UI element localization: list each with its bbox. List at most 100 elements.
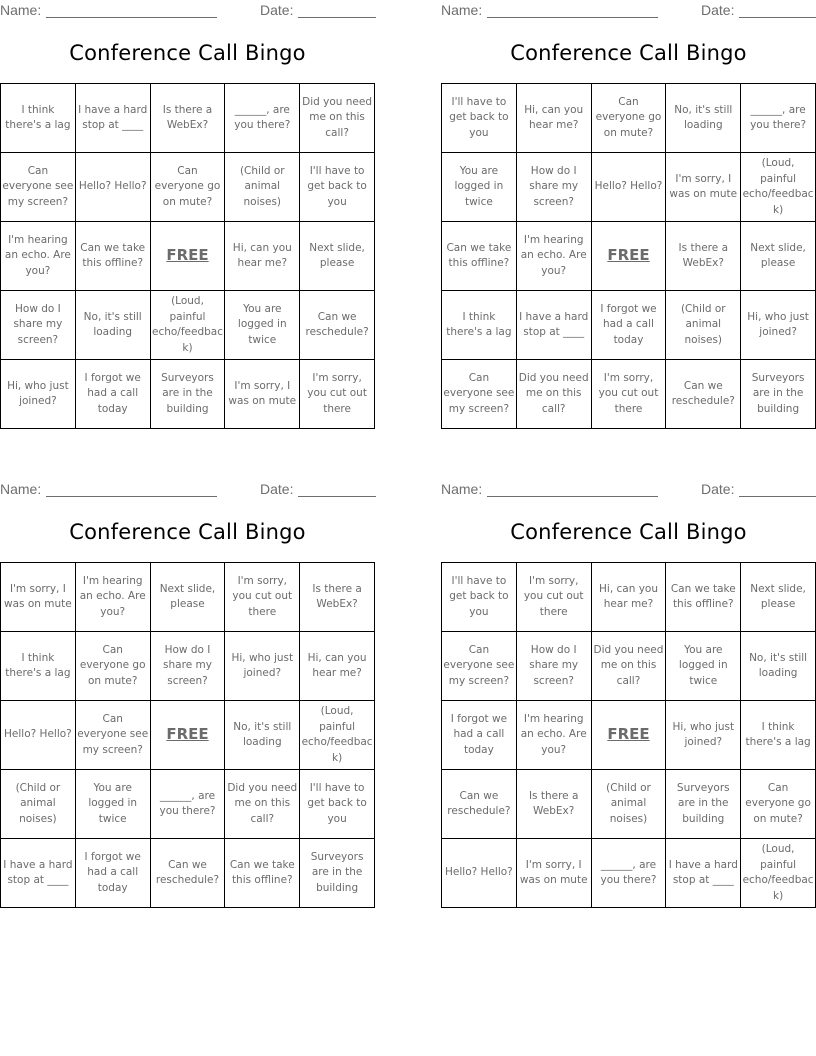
bingo-cell[interactable]: Can we take this offline?: [74, 221, 151, 291]
date-field[interactable]: [298, 496, 376, 497]
bingo-cell[interactable]: Next slide, please: [299, 221, 375, 291]
bingo-cell[interactable]: Hello? Hello?: [441, 838, 517, 908]
bingo-cell[interactable]: I'll have to get back to you: [441, 562, 517, 632]
bingo-cell[interactable]: ______, are you there?: [224, 83, 301, 153]
bingo-cell[interactable]: How do I share my screen?: [0, 290, 76, 360]
bingo-cell[interactable]: I'm hearing an echo. Are you?: [515, 700, 592, 770]
bingo-cell[interactable]: I think there's a lag: [0, 83, 76, 153]
bingo-cell[interactable]: I'm sorry, you cut out there: [299, 359, 375, 429]
bingo-cell[interactable]: Can we reschedule?: [441, 769, 517, 839]
bingo-cell[interactable]: (Child or animal noises): [590, 769, 667, 839]
bingo-cell[interactable]: (Loud, painful echo/feedback): [740, 152, 816, 222]
bingo-cell[interactable]: No, it's still loading: [740, 631, 816, 701]
bingo-cell[interactable]: (Child or animal noises): [0, 769, 76, 839]
bingo-cell[interactable]: I'm sorry, you cut out there: [224, 562, 301, 632]
name-field[interactable]: [487, 496, 658, 497]
bingo-cell[interactable]: I have a hard stop at ____: [665, 838, 742, 908]
bingo-cell[interactable]: Hi, can you hear me?: [590, 562, 667, 632]
bingo-cell[interactable]: Can everyone see my screen?: [0, 152, 76, 222]
bingo-cell[interactable]: Can everyone see my screen?: [441, 631, 517, 701]
bingo-cell[interactable]: Can we reschedule?: [149, 838, 226, 908]
bingo-cell[interactable]: I have a hard stop at ____: [74, 83, 151, 153]
bingo-cell[interactable]: Surveyors are in the building: [665, 769, 742, 839]
bingo-cell[interactable]: How do I share my screen?: [515, 152, 592, 222]
date-field[interactable]: [739, 496, 816, 497]
bingo-cell[interactable]: You are logged in twice: [74, 769, 151, 839]
bingo-cell[interactable]: (Loud, painful echo/feedback): [299, 700, 375, 770]
bingo-cell[interactable]: ______, are you there?: [149, 769, 226, 839]
bingo-cell[interactable]: Did you need me on this call?: [299, 83, 375, 153]
bingo-cell[interactable]: Is there a WebEx?: [665, 221, 742, 291]
bingo-cell[interactable]: (Loud, painful echo/feedback): [740, 838, 816, 908]
free-space[interactable]: FREE: [590, 221, 667, 291]
bingo-cell[interactable]: I'm hearing an echo. Are you?: [0, 221, 76, 291]
bingo-cell[interactable]: Hi, who just joined?: [740, 290, 816, 360]
bingo-cell[interactable]: No, it's still loading: [224, 700, 301, 770]
free-space[interactable]: FREE: [149, 221, 226, 291]
bingo-cell[interactable]: I'll have to get back to you: [299, 769, 375, 839]
bingo-cell[interactable]: How do I share my screen?: [515, 631, 592, 701]
bingo-cell[interactable]: I forgot we had a call today: [590, 290, 667, 360]
bingo-cell[interactable]: I forgot we had a call today: [74, 838, 151, 908]
bingo-cell[interactable]: I think there's a lag: [441, 290, 517, 360]
bingo-cell[interactable]: I'm sorry, I was on mute: [0, 562, 76, 632]
name-field[interactable]: [487, 17, 658, 18]
bingo-cell[interactable]: Can everyone see my screen?: [74, 700, 151, 770]
bingo-cell[interactable]: I forgot we had a call today: [74, 359, 151, 429]
bingo-cell[interactable]: Did you need me on this call?: [590, 631, 667, 701]
bingo-cell[interactable]: Can we reschedule?: [299, 290, 375, 360]
bingo-cell[interactable]: I have a hard stop at ____: [515, 290, 592, 360]
date-field[interactable]: [739, 17, 816, 18]
bingo-cell[interactable]: You are logged in twice: [441, 152, 517, 222]
bingo-cell[interactable]: ______, are you there?: [590, 838, 667, 908]
bingo-cell[interactable]: Is there a WebEx?: [149, 83, 226, 153]
bingo-cell[interactable]: I'm sorry, I was on mute: [665, 152, 742, 222]
bingo-cell[interactable]: Can we take this offline?: [665, 562, 742, 632]
bingo-cell[interactable]: Hi, can you hear me?: [299, 631, 375, 701]
bingo-cell[interactable]: Is there a WebEx?: [299, 562, 375, 632]
bingo-cell[interactable]: I'm sorry, I was on mute: [224, 359, 301, 429]
free-space[interactable]: FREE: [590, 700, 667, 770]
free-space[interactable]: FREE: [149, 700, 226, 770]
bingo-cell[interactable]: I'm sorry, I was on mute: [515, 838, 592, 908]
bingo-cell[interactable]: Hi, can you hear me?: [224, 221, 301, 291]
bingo-cell[interactable]: Next slide, please: [740, 562, 816, 632]
bingo-cell[interactable]: How do I share my screen?: [149, 631, 226, 701]
bingo-cell[interactable]: Surveyors are in the building: [299, 838, 375, 908]
bingo-cell[interactable]: I'm hearing an echo. Are you?: [74, 562, 151, 632]
bingo-cell[interactable]: Can we take this offline?: [224, 838, 301, 908]
bingo-cell[interactable]: Surveyors are in the building: [149, 359, 226, 429]
bingo-cell[interactable]: I think there's a lag: [0, 631, 76, 701]
bingo-cell[interactable]: Surveyors are in the building: [740, 359, 816, 429]
bingo-cell[interactable]: (Child or animal noises): [665, 290, 742, 360]
bingo-cell[interactable]: Hello? Hello?: [0, 700, 76, 770]
bingo-cell[interactable]: Can everyone go on mute?: [74, 631, 151, 701]
bingo-cell[interactable]: I'm hearing an echo. Are you?: [515, 221, 592, 291]
name-field[interactable]: [46, 496, 217, 497]
bingo-cell[interactable]: I'm sorry, you cut out there: [590, 359, 667, 429]
bingo-cell[interactable]: I'll have to get back to you: [299, 152, 375, 222]
bingo-cell[interactable]: I'll have to get back to you: [441, 83, 517, 153]
bingo-cell[interactable]: Can everyone go on mute?: [590, 83, 667, 153]
bingo-cell[interactable]: No, it's still loading: [74, 290, 151, 360]
bingo-cell[interactable]: Did you need me on this call?: [515, 359, 592, 429]
bingo-cell[interactable]: I forgot we had a call today: [441, 700, 517, 770]
bingo-cell[interactable]: I think there's a lag: [740, 700, 816, 770]
bingo-cell[interactable]: (Loud, painful echo/feedback): [149, 290, 226, 360]
bingo-cell[interactable]: Next slide, please: [149, 562, 226, 632]
bingo-cell[interactable]: Hi, can you hear me?: [515, 83, 592, 153]
bingo-cell[interactable]: Can everyone go on mute?: [740, 769, 816, 839]
bingo-cell[interactable]: (Child or animal noises): [224, 152, 301, 222]
bingo-cell[interactable]: Did you need me on this call?: [224, 769, 301, 839]
bingo-cell[interactable]: I'm sorry, you cut out there: [515, 562, 592, 632]
bingo-cell[interactable]: Can everyone see my screen?: [441, 359, 517, 429]
bingo-cell[interactable]: Hi, who just joined?: [665, 700, 742, 770]
bingo-cell[interactable]: You are logged in twice: [665, 631, 742, 701]
bingo-cell[interactable]: No, it's still loading: [665, 83, 742, 153]
bingo-cell[interactable]: Hello? Hello?: [74, 152, 151, 222]
bingo-cell[interactable]: Can everyone go on mute?: [149, 152, 226, 222]
bingo-cell[interactable]: Hi, who just joined?: [224, 631, 301, 701]
name-field[interactable]: [46, 17, 217, 18]
bingo-cell[interactable]: Next slide, please: [740, 221, 816, 291]
bingo-cell[interactable]: ______, are you there?: [740, 83, 816, 153]
